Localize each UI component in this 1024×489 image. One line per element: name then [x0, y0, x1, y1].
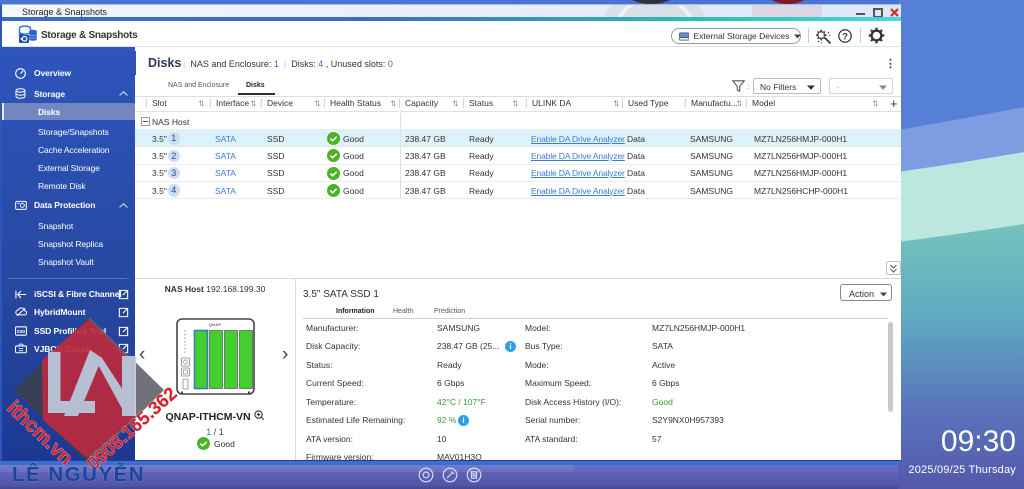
svg-text:i: i: [462, 416, 464, 425]
svg-text:i: i: [509, 342, 511, 351]
svg-text:SSD: SSD: [17, 329, 26, 334]
svg-text:QNAP: QNAP: [209, 322, 222, 327]
svg-text:?: ?: [842, 31, 848, 42]
